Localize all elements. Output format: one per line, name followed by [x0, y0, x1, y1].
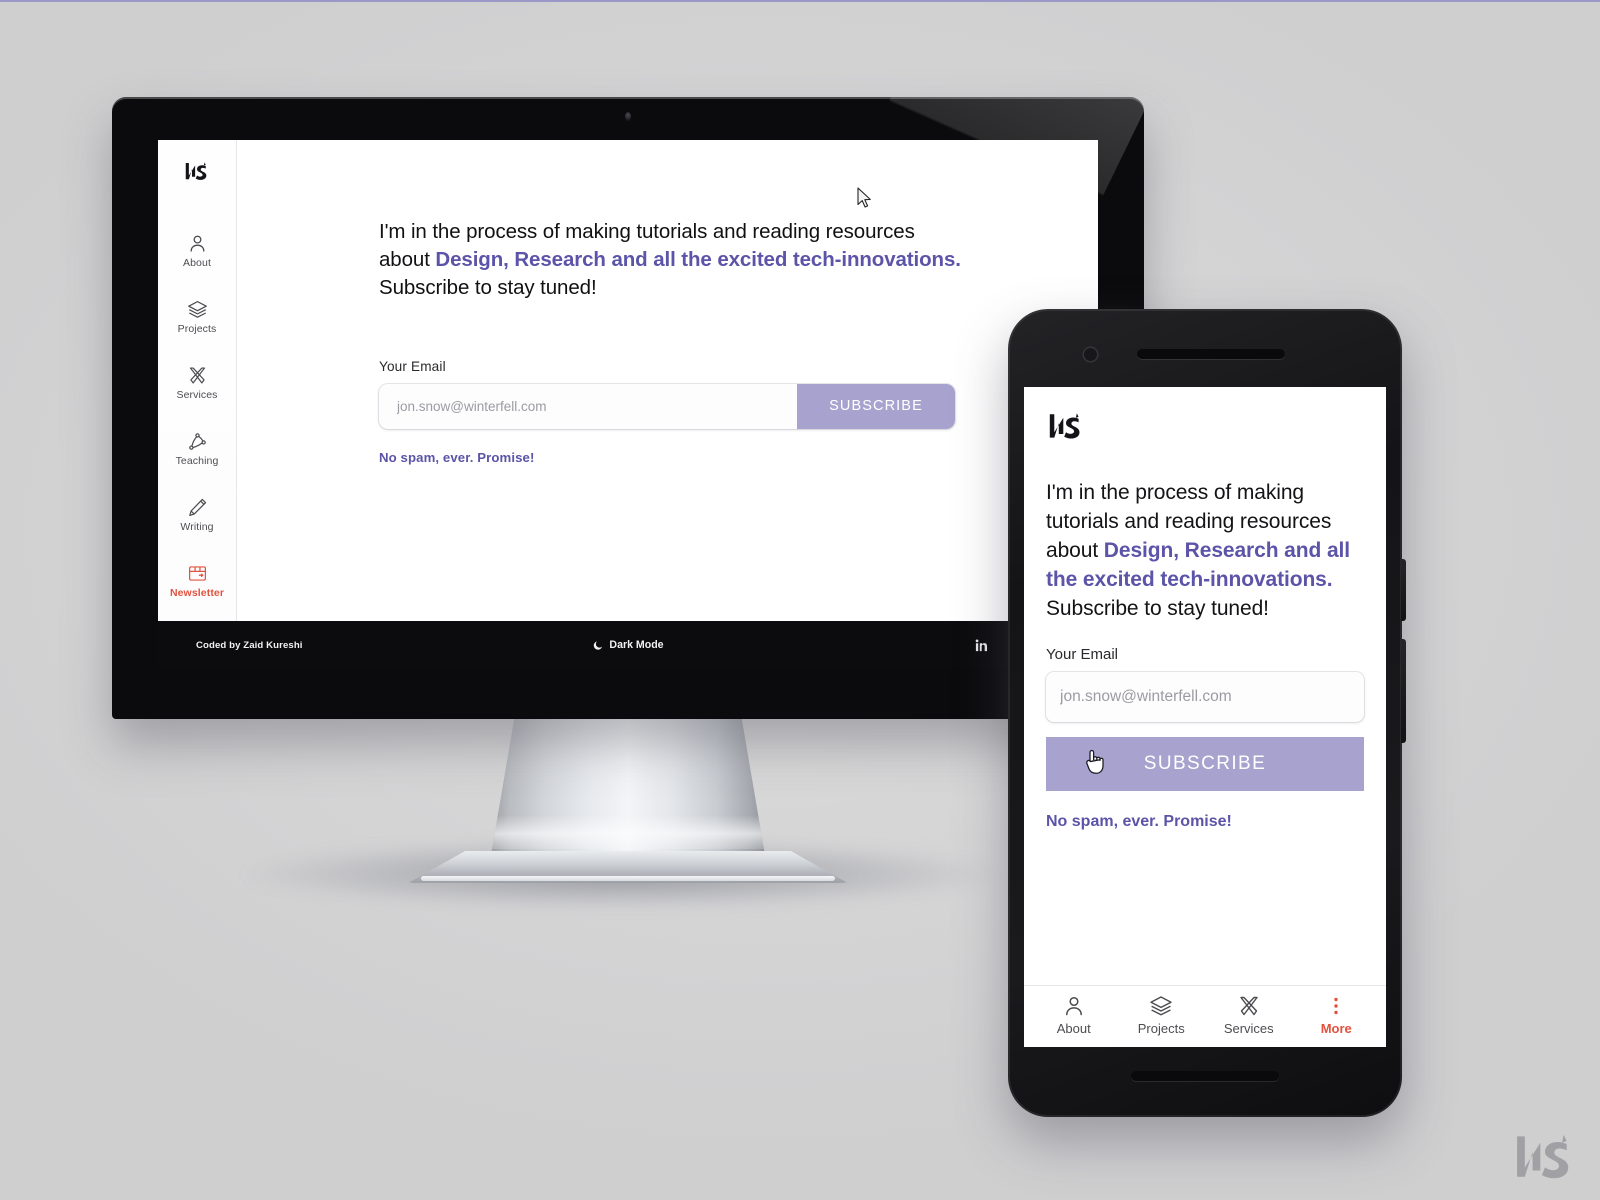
layers-icon: [1150, 995, 1172, 1015]
no-spam-promise: No spam, ever. Promise!: [1046, 812, 1232, 830]
mobile-screen: I'm in the process of making tutorials a…: [1024, 387, 1386, 1047]
dots-vertical-icon: [1334, 997, 1338, 1014]
dark-mode-toggle[interactable]: Dark Mode: [592, 639, 664, 651]
person-icon: [190, 235, 204, 252]
dark-mode-label: Dark Mode: [609, 639, 664, 651]
monitor-bezel: About Projects Services Teaching Writing…: [112, 97, 1144, 719]
power-button[interactable]: [1401, 559, 1406, 621]
desktop-screen: About Projects Services Teaching Writing…: [158, 140, 1098, 669]
ns-monogram-watermark: [1517, 1134, 1569, 1179]
ns-monogram-logo[interactable]: [180, 158, 214, 183]
tab-about[interactable]: About: [1030, 994, 1118, 1036]
pencil-icon: [188, 498, 206, 516]
person-icon: [1065, 996, 1082, 1015]
webcam-icon: [625, 112, 631, 121]
sidebar-item-label: Newsletter: [169, 587, 225, 599]
email-input[interactable]: [379, 383, 797, 429]
no-spam-promise: No spam, ever. Promise!: [379, 449, 535, 465]
bottom-speaker: [1131, 1071, 1279, 1081]
volume-button[interactable]: [1401, 639, 1406, 743]
newsletter-lede: I'm in the process of making tutorials a…: [1046, 479, 1364, 624]
lede-highlight: Design, Research and all the excited tec…: [435, 247, 961, 271]
footer-credit: Coded by Zaid Kureshi: [196, 639, 303, 651]
arrow-cursor: [857, 187, 871, 208]
sidebar-item-label: About: [183, 257, 211, 269]
sidebar-item-writing[interactable]: Writing: [158, 489, 236, 540]
sidebar-item-label: Teaching: [175, 455, 219, 467]
lede-text-part2: Subscribe to stay tuned!: [379, 275, 597, 299]
ns-monogram-logo[interactable]: [1046, 407, 1086, 443]
desktop-screen-body: About Projects Services Teaching Writing…: [158, 140, 1098, 621]
earpiece-speaker: [1136, 349, 1285, 359]
sidebar-item-label: Projects: [177, 323, 217, 335]
tab-label: More: [1320, 1020, 1352, 1036]
subscribe-form: SUBSCRIBE: [379, 383, 955, 429]
newsletter-lede: I'm in the process of making tutorials a…: [379, 218, 964, 302]
mobile-phone: I'm in the process of making tutorials a…: [1008, 309, 1406, 1117]
desktop-monitor: About Projects Services Teaching Writing…: [112, 97, 1144, 719]
node-graph-icon: [188, 433, 206, 450]
monitor-stand-neck: [490, 715, 766, 861]
monitor-stand-base: [408, 851, 848, 883]
email-input[interactable]: [1046, 671, 1364, 722]
desktop-main-content: I'm in the process of making tutorials a…: [237, 140, 1098, 621]
mobile-tabbar: About Projects Services More: [1024, 985, 1386, 1047]
desktop-footer: Coded by Zaid Kureshi Dark Mode: [158, 621, 1098, 669]
sidebar-item-teaching[interactable]: Teaching: [158, 423, 236, 474]
tab-more[interactable]: More: [1293, 994, 1381, 1036]
desktop-sidebar: About Projects Services Teaching Writing…: [158, 140, 237, 621]
scene-backdrop: About Projects Services Teaching Writing…: [0, 0, 1600, 1200]
sidebar-item-services[interactable]: Services: [158, 357, 236, 408]
sidebar-item-label: Writing: [180, 521, 214, 533]
tools-icon: [189, 367, 205, 384]
tab-label: Projects: [1137, 1020, 1185, 1036]
lede-text-part2: Subscribe to stay tuned!: [1046, 596, 1269, 620]
tab-services[interactable]: Services: [1205, 994, 1293, 1036]
front-camera-icon: [1084, 348, 1097, 361]
mobile-header: [1024, 387, 1386, 443]
email-field-label: Your Email: [379, 358, 446, 374]
layers-icon: [187, 301, 207, 318]
sidebar-item-label: Services: [176, 389, 218, 401]
sidebar-item-newsletter[interactable]: Newsletter: [158, 555, 236, 606]
sidebar-item-projects[interactable]: Projects: [158, 291, 236, 342]
tab-label: Services: [1223, 1020, 1274, 1036]
hand-cursor: [1086, 749, 1104, 774]
subscribe-button[interactable]: SUBSCRIBE: [797, 383, 955, 429]
email-field-label: Your Email: [1046, 645, 1118, 663]
package-icon: [188, 566, 206, 581]
tab-label: About: [1056, 1020, 1091, 1036]
sidebar-item-about[interactable]: About: [158, 225, 236, 276]
linkedin-icon[interactable]: [973, 637, 990, 654]
tab-projects[interactable]: Projects: [1118, 994, 1206, 1036]
moon-icon: [593, 640, 603, 650]
tools-icon: [1240, 996, 1258, 1015]
mobile-main-content: I'm in the process of making tutorials a…: [1024, 443, 1386, 985]
